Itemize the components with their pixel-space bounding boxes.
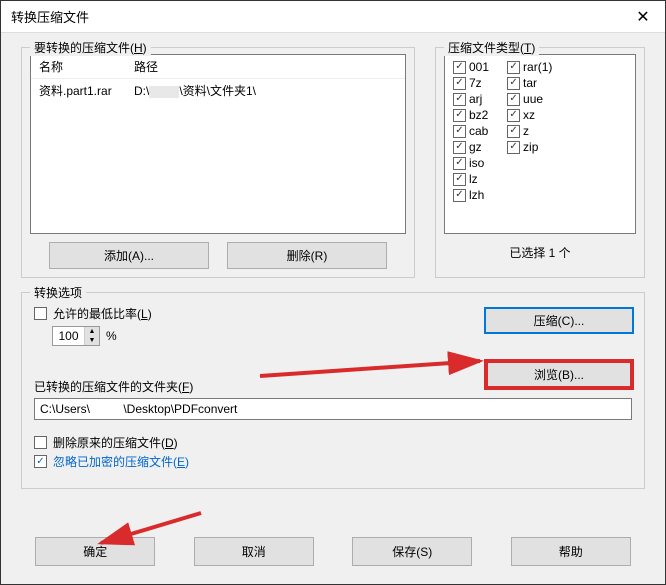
type-checkbox-lz[interactable]: lz	[453, 171, 489, 187]
type-label: lz	[469, 172, 478, 186]
options-fieldset: 转换选项 允许的最低比率(L) 100 ▲ ▼	[21, 292, 645, 489]
checkbox-icon[interactable]	[453, 109, 466, 122]
type-label: uue	[523, 92, 543, 106]
arrow-annotation-icon	[260, 341, 490, 381]
type-checkbox-xz[interactable]: xz	[507, 107, 552, 123]
checkbox-icon[interactable]	[453, 157, 466, 170]
close-icon[interactable]: ✕	[631, 7, 655, 27]
archives-fieldset: 要转换的压缩文件(H) 名称 路径 资料.part1.rar D:\\资料\文件…	[21, 47, 415, 278]
allow-ratio-checkbox[interactable]	[34, 307, 47, 320]
types-fieldset: 压缩文件类型(T) 0017zarjbz2cabgzisolzlzh rar(1…	[435, 47, 645, 278]
types-label: 压缩文件类型(T)	[444, 39, 539, 56]
title-bar: 转换压缩文件 ✕	[1, 1, 665, 33]
checkbox-icon[interactable]	[507, 77, 520, 90]
ok-button[interactable]: 确定	[35, 537, 155, 566]
checkbox-icon[interactable]	[453, 173, 466, 186]
browse-button[interactable]: 浏览(B)...	[484, 359, 634, 390]
archives-listbox[interactable]: 名称 路径 资料.part1.rar D:\\资料\文件夹1\	[30, 54, 406, 234]
type-checkbox-arj[interactable]: arj	[453, 91, 489, 107]
type-label: iso	[469, 156, 484, 170]
checkbox-icon[interactable]	[453, 189, 466, 202]
delete-button[interactable]: 删除(R)	[227, 242, 387, 269]
folder-input[interactable]	[34, 398, 632, 420]
list-header: 名称 路径	[31, 55, 405, 79]
list-item[interactable]: 资料.part1.rar D:\\资料\文件夹1\	[31, 79, 405, 102]
type-label: arj	[469, 92, 482, 106]
checkbox-icon[interactable]	[453, 93, 466, 106]
help-button[interactable]: 帮助	[511, 537, 631, 566]
selected-count: 已选择 1 个	[444, 244, 636, 261]
checkbox-icon[interactable]	[507, 61, 520, 74]
delete-original-checkbox[interactable]	[34, 436, 47, 449]
type-label: gz	[469, 140, 482, 154]
checkbox-icon[interactable]	[453, 77, 466, 90]
spinner-down-icon[interactable]: ▼	[85, 336, 99, 345]
type-checkbox-iso[interactable]: iso	[453, 155, 489, 171]
allow-ratio-label: 允许的最低比率(L)	[53, 305, 152, 322]
type-label: tar	[523, 76, 537, 90]
type-checkbox-tar[interactable]: tar	[507, 75, 552, 91]
col-name-header[interactable]: 名称	[31, 55, 126, 78]
col-path-header[interactable]: 路径	[126, 55, 405, 78]
type-checkbox-bz2[interactable]: bz2	[453, 107, 489, 123]
type-checkbox-uue[interactable]: uue	[507, 91, 552, 107]
checkbox-icon[interactable]	[453, 125, 466, 138]
item-path: D:\\资料\文件夹1\	[126, 81, 405, 100]
content-area: 要转换的压缩文件(H) 名称 路径 资料.part1.rar D:\\资料\文件…	[1, 33, 665, 537]
types-list: 001 7z arj bz2 cab gz iso lz lzh rar(1) tar uue xz z…	[444, 54, 636, 234]
window-title: 转换压缩文件	[11, 7, 631, 26]
type-checkbox-z[interactable]: z	[507, 123, 552, 139]
type-label: zip	[523, 140, 538, 154]
spinner-up-icon[interactable]: ▲	[85, 327, 99, 336]
ratio-suffix: %	[106, 329, 117, 343]
type-checkbox-gz[interactable]: gz	[453, 139, 489, 155]
compress-button[interactable]: 压缩(C)...	[484, 307, 634, 334]
checkbox-icon[interactable]	[453, 61, 466, 74]
type-label: 001	[469, 60, 489, 74]
checkbox-icon[interactable]	[507, 109, 520, 122]
dialog-window: 转换压缩文件 ✕ 要转换的压缩文件(H) 名称 路径 资料.part1.rar	[0, 0, 666, 585]
type-label: xz	[523, 108, 535, 122]
checkbox-icon[interactable]	[507, 141, 520, 154]
type-label: bz2	[469, 108, 488, 122]
type-checkbox-7z[interactable]: 7z	[453, 75, 489, 91]
redacted-text	[149, 86, 179, 98]
checkbox-icon[interactable]	[507, 125, 520, 138]
checkbox-icon[interactable]	[507, 93, 520, 106]
type-checkbox-cab[interactable]: cab	[453, 123, 489, 139]
ignore-encrypted-checkbox[interactable]	[34, 455, 47, 468]
ratio-value[interactable]: 100	[53, 327, 85, 345]
type-checkbox-001[interactable]: 001	[453, 59, 489, 75]
type-checkbox-rar(1)[interactable]: rar(1)	[507, 59, 552, 75]
item-name: 资料.part1.rar	[31, 81, 126, 100]
type-checkbox-zip[interactable]: zip	[507, 139, 552, 155]
type-label: cab	[469, 124, 488, 138]
ignore-encrypted-label: 忽略已加密的压缩文件(E)	[53, 453, 189, 470]
button-bar: 确定 取消 保存(S) 帮助	[1, 537, 665, 584]
checkbox-icon[interactable]	[453, 141, 466, 154]
type-label: lzh	[469, 188, 484, 202]
ratio-spinner[interactable]: 100 ▲ ▼	[52, 326, 100, 346]
save-button[interactable]: 保存(S)	[352, 537, 472, 566]
type-label: z	[523, 124, 529, 138]
archives-label: 要转换的压缩文件(H)	[30, 39, 151, 56]
type-checkbox-lzh[interactable]: lzh	[453, 187, 489, 203]
delete-original-label: 删除原来的压缩文件(D)	[53, 434, 178, 451]
cancel-button[interactable]: 取消	[194, 537, 314, 566]
type-label: 7z	[469, 76, 482, 90]
type-label: rar(1)	[523, 60, 552, 74]
add-button[interactable]: 添加(A)...	[49, 242, 209, 269]
